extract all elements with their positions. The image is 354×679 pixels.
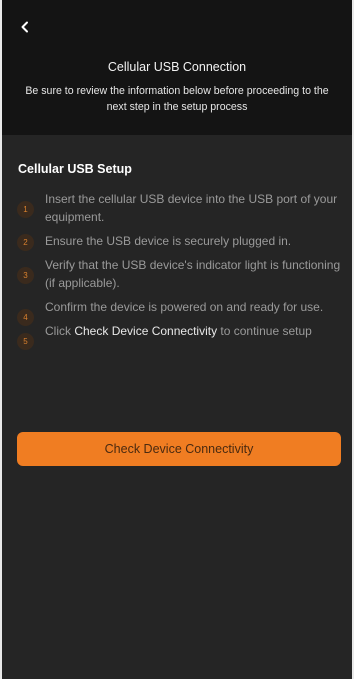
step-text: Insert the cellular USB device into the … (45, 192, 338, 224)
back-button[interactable] (12, 14, 38, 40)
step-item: 2 Ensure the USB device is securely plug… (16, 232, 346, 251)
step-text-before: Click (45, 324, 75, 338)
section-title: Cellular USB Setup (18, 162, 132, 176)
step-number-badge: 2 (17, 234, 34, 251)
step-text-highlight: Check Device Connectivity (74, 324, 218, 338)
step-text: Verify that the USB device's indicator l… (45, 258, 341, 290)
setup-screen: Cellular USB Connection Be sure to revie… (2, 0, 352, 679)
page-title: Cellular USB Connection (107, 60, 247, 74)
step-item: 3 Verify that the USB device's indicator… (16, 256, 346, 292)
step-item: 5 Click Check Device Connectivity to con… (16, 322, 346, 350)
step-text: Click Check Device Connectivity to conti… (45, 324, 312, 338)
step-text: Confirm the device is powered on and rea… (45, 300, 324, 314)
step-item: 1 Insert the cellular USB device into th… (16, 190, 346, 226)
step-number-badge: 5 (17, 333, 34, 350)
step-number-badge: 3 (17, 267, 34, 284)
step-text: Ensure the USB device is securely plugge… (45, 234, 292, 248)
page-subtitle: Be sure to review the information below … (25, 85, 329, 113)
step-number-badge: 1 (17, 201, 34, 218)
step-item: 4 Confirm the device is powered on and r… (16, 298, 346, 326)
step-text-after: to continue setup (217, 324, 312, 338)
chevron-left-icon (21, 21, 28, 33)
setup-steps-list: 1 Insert the cellular USB device into th… (16, 190, 346, 350)
header: Cellular USB Connection Be sure to revie… (2, 0, 352, 135)
check-device-connectivity-button[interactable]: Check Device Connectivity (17, 432, 341, 466)
